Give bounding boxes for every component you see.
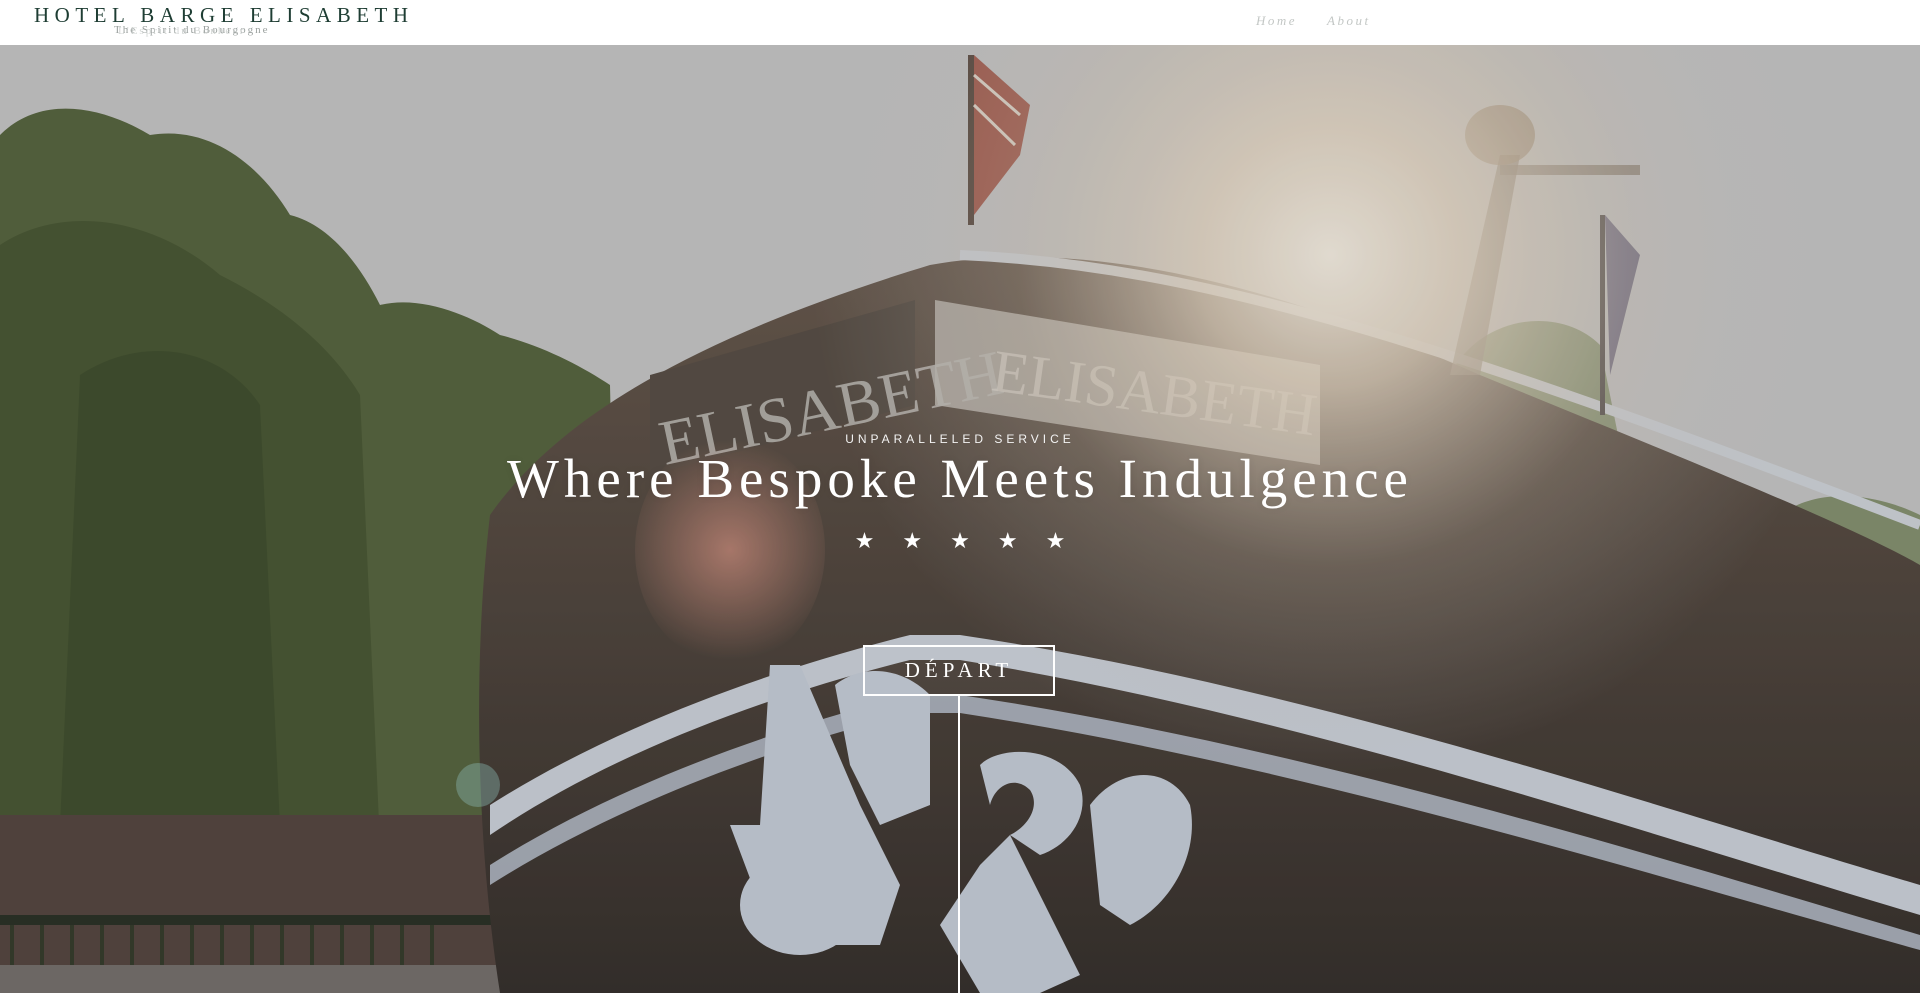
- hero-headline: Where Bespoke Meets Indulgence: [507, 448, 1413, 509]
- star-rating: ★ ★ ★ ★ ★: [0, 529, 1920, 554]
- scroll-indicator-line: [958, 696, 960, 993]
- brand-logo[interactable]: HOTEL BARGE ELISABETH The Spirit du Bour…: [34, 3, 414, 37]
- hero-content: UNPARALLELED SERVICE Where Bespoke Meets…: [0, 45, 1920, 993]
- depart-button[interactable]: DÉPART: [863, 645, 1055, 696]
- hero-section: ELISABETH ELISABETH: [0, 45, 1920, 993]
- nav-item-home[interactable]: Home: [1256, 13, 1297, 29]
- nav-item-about[interactable]: About: [1327, 13, 1371, 29]
- star-icon: ★: [1045, 529, 1066, 554]
- star-icon: ★: [997, 529, 1018, 554]
- main-nav: Home About: [1256, 13, 1371, 29]
- star-icon: ★: [854, 529, 875, 554]
- star-icon: ★: [902, 529, 923, 554]
- hero-eyebrow: UNPARALLELED SERVICE: [845, 432, 1075, 446]
- brand-tagline-overlay: L'Esprit du Bonheur: [118, 25, 246, 37]
- star-icon: ★: [950, 529, 970, 554]
- site-header: HOTEL BARGE ELISABETH The Spirit du Bour…: [0, 0, 1920, 45]
